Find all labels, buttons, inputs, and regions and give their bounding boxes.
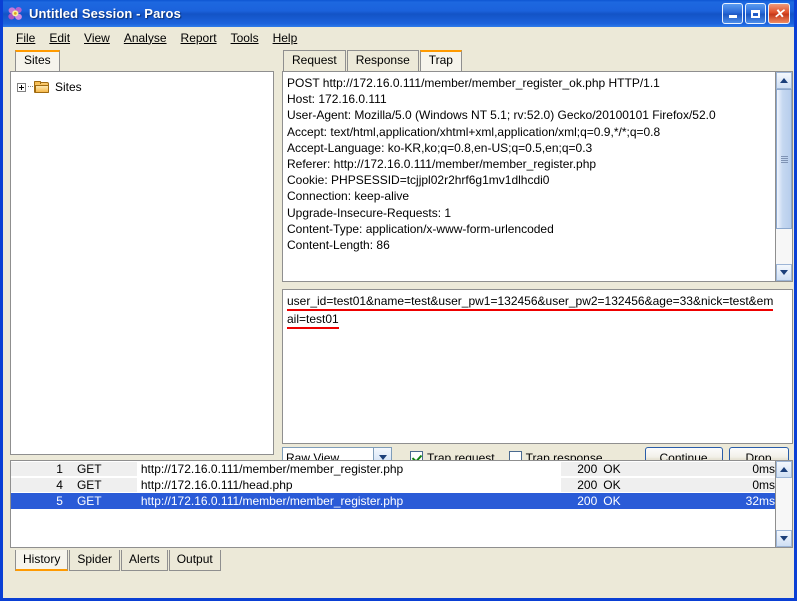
tree-node-label: Sites — [55, 80, 82, 94]
body-line-text: user_id=test01&name=test&user_pw1=132456… — [287, 294, 774, 308]
table-row[interactable]: 1 GET http://172.16.0.111/member/member_… — [11, 461, 775, 477]
sites-panel: Sites Sites — [10, 50, 274, 455]
scroll-up-button[interactable] — [776, 72, 792, 89]
menu-report[interactable]: Report — [174, 29, 224, 47]
scroll-track[interactable] — [776, 478, 792, 530]
main-content: Sites Sites Request Response Trap POST h… — [6, 48, 794, 598]
body-line-text: ail=test01 — [287, 312, 339, 326]
window-title: Untitled Session - Paros — [29, 6, 181, 21]
header-line: User-Agent: Mozilla/5.0 (Windows NT 5.1;… — [287, 108, 716, 123]
maximize-button[interactable] — [745, 3, 766, 24]
request-headers-text[interactable]: POST http://172.16.0.111/member/member_r… — [283, 72, 775, 281]
tree-connector — [28, 86, 33, 88]
request-panel: Request Response Trap POST http://172.16… — [278, 50, 793, 469]
sites-tree[interactable]: Sites — [10, 71, 274, 455]
body-underline — [287, 309, 774, 311]
tab-sites-label: Sites — [24, 53, 51, 67]
body-line: user_id=test01&name=test&user_pw1=132456… — [287, 293, 774, 311]
scroll-down-button[interactable] — [776, 530, 792, 547]
body-underline — [287, 327, 339, 329]
flower-icon — [7, 5, 24, 22]
minimize-button[interactable] — [722, 3, 743, 24]
tab-response[interactable]: Response — [346, 50, 419, 71]
tab-request[interactable]: Request — [283, 50, 346, 71]
row-status-code: 200 — [561, 462, 598, 476]
tab-spider-label: Spider — [77, 552, 113, 566]
tab-alerts[interactable]: Alerts — [121, 550, 168, 571]
scroll-grip-icon — [780, 155, 788, 163]
bottom-tab-row: History Spider Alerts Output — [10, 550, 793, 574]
close-button[interactable]: ✕ — [768, 3, 790, 24]
plus-icon[interactable] — [17, 82, 26, 92]
menu-edit[interactable]: Edit — [42, 29, 77, 47]
row-id: 4 — [11, 478, 71, 492]
row-url: http://172.16.0.111/head.php — [140, 478, 293, 492]
history-scrollbar[interactable] — [775, 461, 792, 547]
tab-spider[interactable]: Spider — [69, 550, 121, 571]
tab-history[interactable]: History — [15, 550, 69, 571]
header-line: Host: 172.16.0.111 — [287, 92, 387, 107]
row-time: 0ms — [687, 462, 775, 476]
request-tab-row: Request Response Trap — [278, 50, 793, 71]
header-line: Content-Length: 86 — [287, 238, 390, 253]
table-row[interactable]: 4 GET http://172.16.0.111/head.php 200 O… — [11, 477, 775, 493]
header-line: Upgrade-Insecure-Requests: 1 — [287, 205, 452, 220]
tab-response-label: Response — [355, 53, 410, 67]
row-id: 1 — [11, 462, 71, 476]
tab-trap[interactable]: Trap — [419, 50, 462, 71]
row-status-code: 200 — [577, 494, 598, 508]
history-table-panel: 1 GET http://172.16.0.111/member/member_… — [10, 460, 793, 548]
header-line: Content-Type: application/x-www-form-url… — [287, 221, 554, 236]
request-body-area[interactable]: user_id=test01&name=test&user_pw1=132456… — [282, 289, 793, 444]
tab-request-label: Request — [292, 53, 337, 67]
row-status-text: OK — [603, 494, 621, 508]
table-row[interactable]: 5 GET http://172.16.0.111/member/member_… — [11, 493, 775, 509]
tab-trap-label: Trap — [428, 53, 453, 67]
header-line: POST http://172.16.0.111/member/member_r… — [287, 76, 660, 90]
tree-node-sites[interactable]: Sites — [17, 78, 273, 96]
request-headers-area: POST http://172.16.0.111/member/member_r… — [282, 71, 793, 282]
row-status-code: 200 — [561, 478, 598, 492]
scroll-up-button[interactable] — [776, 461, 792, 478]
row-status-text: OK — [597, 462, 688, 476]
folder-icon — [34, 80, 50, 94]
menu-view[interactable]: View — [77, 29, 117, 47]
row-method: GET — [76, 494, 102, 508]
row-url: http://172.16.0.111/member/member_regist… — [140, 494, 404, 508]
row-time: 0ms — [687, 478, 775, 492]
scroll-track[interactable] — [776, 89, 792, 264]
tab-sites[interactable]: Sites — [15, 50, 60, 71]
scroll-down-button[interactable] — [776, 264, 792, 281]
row-method: GET — [70, 462, 137, 476]
paros-main-window: Untitled Session - Paros ✕ File Edit Vie… — [0, 0, 797, 601]
header-line: Referer: http://172.16.0.111/member/memb… — [287, 157, 597, 172]
header-line: Connection: keep-alive — [287, 189, 410, 204]
tab-alerts-label: Alerts — [129, 552, 160, 566]
header-line: Cookie: PHPSESSID=tcjjpl02r2hrf6g1mv1dlh… — [287, 173, 550, 188]
menu-help[interactable]: Help — [266, 29, 305, 47]
title-bar: Untitled Session - Paros ✕ — [3, 0, 794, 27]
menu-tools[interactable]: Tools — [224, 29, 266, 47]
menu-bar: File Edit View Analyse Report Tools Help — [3, 27, 794, 49]
row-status-text: OK — [597, 478, 688, 492]
window-controls: ✕ — [722, 3, 792, 24]
tab-output-label: Output — [176, 552, 213, 566]
header-line: Accept: text/html,application/xhtml+xml,… — [287, 124, 661, 139]
menu-file[interactable]: File — [9, 29, 42, 47]
row-id: 5 — [56, 494, 63, 508]
header-line: Accept-Language: ko-KR,ko;q=0.8,en-US;q=… — [287, 140, 593, 155]
menu-analyse[interactable]: Analyse — [117, 29, 174, 47]
tab-history-label: History — [23, 552, 61, 566]
row-url: http://172.16.0.111/member/member_regist… — [140, 462, 404, 476]
top-split-pane: Sites Sites Request Response Trap POST h… — [6, 48, 794, 469]
body-line: ail=test01 — [287, 311, 339, 329]
request-headers-scrollbar[interactable] — [775, 72, 792, 281]
row-method: GET — [70, 478, 137, 492]
sites-tab-row: Sites — [10, 50, 274, 71]
row-time: 32ms — [745, 494, 775, 508]
scroll-thumb[interactable] — [776, 89, 792, 229]
history-table[interactable]: 1 GET http://172.16.0.111/member/member_… — [11, 461, 775, 547]
status-strip — [6, 578, 794, 598]
tab-output[interactable]: Output — [168, 550, 221, 571]
